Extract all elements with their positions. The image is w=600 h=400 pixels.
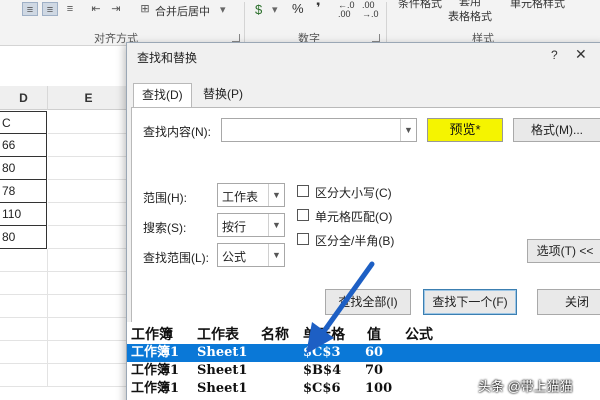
- watermark: 头条 @带上猫猫: [478, 379, 573, 394]
- annotation-arrow-icon: [306, 261, 375, 354]
